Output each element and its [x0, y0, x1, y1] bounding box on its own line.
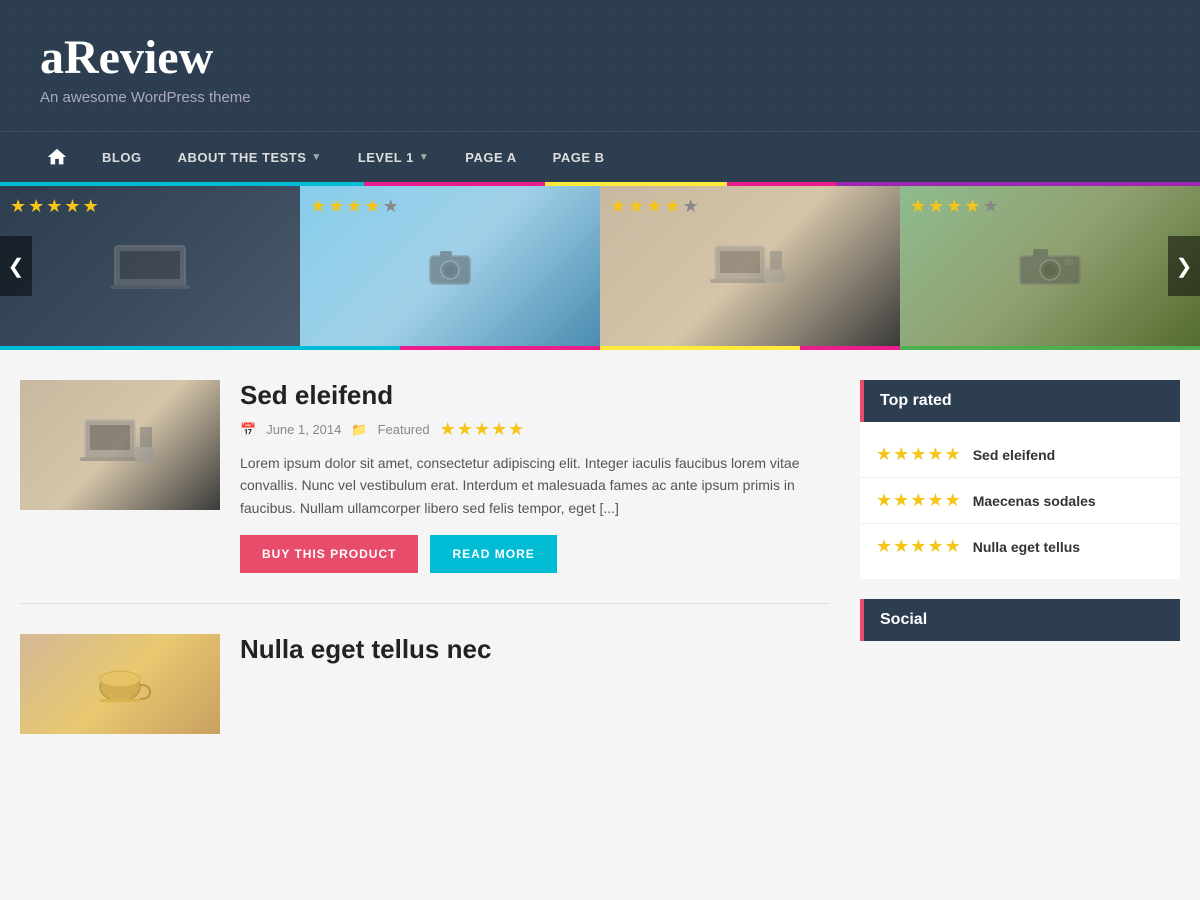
top-rated-item: ★ ★ ★ ★ ★ Maecenas sodales: [860, 478, 1180, 524]
post-thumbnail-2: [20, 634, 220, 734]
slide-stars: ★ ★ ★ ★ ★: [310, 196, 399, 217]
post-category: Featured: [378, 422, 430, 437]
chevron-down-icon: ▼: [311, 152, 321, 163]
top-rated-title: Nulla eget tellus: [973, 539, 1080, 555]
slide-item: ★ ★ ★ ★ ★: [900, 186, 1200, 346]
top-rated-header: Top rated: [860, 380, 1180, 422]
social-header: Social: [860, 599, 1180, 641]
sidebar: Top rated ★ ★ ★ ★ ★ Sed eleifend ★ ★: [860, 380, 1180, 734]
top-rated-item: ★ ★ ★ ★ ★ Sed eleifend: [860, 432, 1180, 478]
calendar-icon: 📅: [240, 422, 256, 438]
slide-item: ★ ★ ★ ★ ★: [300, 186, 600, 346]
slide-stars: ★ ★ ★ ★ ★: [910, 196, 999, 217]
post-item-preview: Nulla eget tellus nec: [20, 634, 830, 734]
top-rated-title: Sed eleifend: [973, 447, 1055, 463]
top-rated-body: ★ ★ ★ ★ ★ Sed eleifend ★ ★ ★ ★ ★: [860, 422, 1180, 579]
site-subtitle: An awesome WordPress theme: [40, 89, 1160, 106]
site-title: aReview: [40, 30, 1160, 85]
post-excerpt: Lorem ipsum dolor sit amet, consectetur …: [240, 452, 830, 519]
nav-item-blog[interactable]: BLOG: [84, 134, 160, 181]
top-rated-item: ★ ★ ★ ★ ★ Nulla eget tellus: [860, 524, 1180, 569]
social-widget: Social: [860, 599, 1180, 641]
nav-item-pageb[interactable]: PAGE B: [535, 134, 623, 181]
buy-product-button[interactable]: BUY THIS PRODUCT: [240, 535, 418, 573]
post-buttons: BUY THIS PRODUCT READ MORE: [240, 535, 830, 573]
nav-bar: BLOG ABOUT THE TESTS ▼ LEVEL 1 ▼ PAGE A …: [0, 131, 1200, 182]
slider-section: ❮ ★ ★ ★ ★ ★: [0, 186, 1200, 346]
post-body: Sed eleifend 📅 June 1, 2014 📁 Featured ★…: [240, 380, 830, 573]
read-more-button[interactable]: READ MORE: [430, 535, 556, 573]
nav-home-button[interactable]: [30, 132, 84, 182]
post-meta: 📅 June 1, 2014 📁 Featured ★ ★ ★ ★ ★: [240, 419, 830, 440]
top-rated-stars: ★ ★ ★ ★ ★: [876, 536, 961, 557]
post-body-2: Nulla eget tellus nec: [240, 634, 830, 734]
slide-stars: ★ ★ ★ ★ ★: [10, 196, 99, 217]
slider-prev-button[interactable]: ❮: [0, 236, 32, 296]
slide-item: ★ ★ ★ ★ ★: [0, 186, 300, 346]
site-header: aReview An awesome WordPress theme: [0, 0, 1200, 131]
nav-item-pagea[interactable]: PAGE A: [447, 134, 534, 181]
post-title: Sed eleifend: [240, 380, 830, 411]
home-icon: [46, 146, 68, 168]
post-item: Sed eleifend 📅 June 1, 2014 📁 Featured ★…: [20, 380, 830, 604]
chevron-down-icon: ▼: [419, 152, 429, 163]
slide-stars: ★ ★ ★ ★ ★: [610, 196, 699, 217]
post-rating-stars: ★ ★ ★ ★ ★: [440, 419, 525, 440]
top-rated-title: Maecenas sodales: [973, 493, 1096, 509]
top-rated-widget: Top rated ★ ★ ★ ★ ★ Sed eleifend ★ ★: [860, 380, 1180, 579]
main-container: Sed eleifend 📅 June 1, 2014 📁 Featured ★…: [0, 350, 1200, 764]
nav-item-about[interactable]: ABOUT THE TESTS ▼: [160, 134, 340, 181]
top-rated-stars: ★ ★ ★ ★ ★: [876, 490, 961, 511]
slider-track: ★ ★ ★ ★ ★ ★ ★ ★ ★ ★: [0, 186, 1200, 346]
slide-item: ★ ★ ★ ★ ★: [600, 186, 900, 346]
content-area: Sed eleifend 📅 June 1, 2014 📁 Featured ★…: [20, 380, 830, 734]
top-rated-stars: ★ ★ ★ ★ ★: [876, 444, 961, 465]
slider-next-button[interactable]: ❯: [1168, 236, 1200, 296]
post-date: June 1, 2014: [266, 422, 341, 437]
post-title-2: Nulla eget tellus nec: [240, 634, 830, 665]
post-thumbnail: [20, 380, 220, 510]
folder-icon: 📁: [351, 422, 367, 438]
nav-item-level1[interactable]: LEVEL 1 ▼: [340, 134, 447, 181]
rainbow-bar-bottom: [0, 346, 1200, 350]
